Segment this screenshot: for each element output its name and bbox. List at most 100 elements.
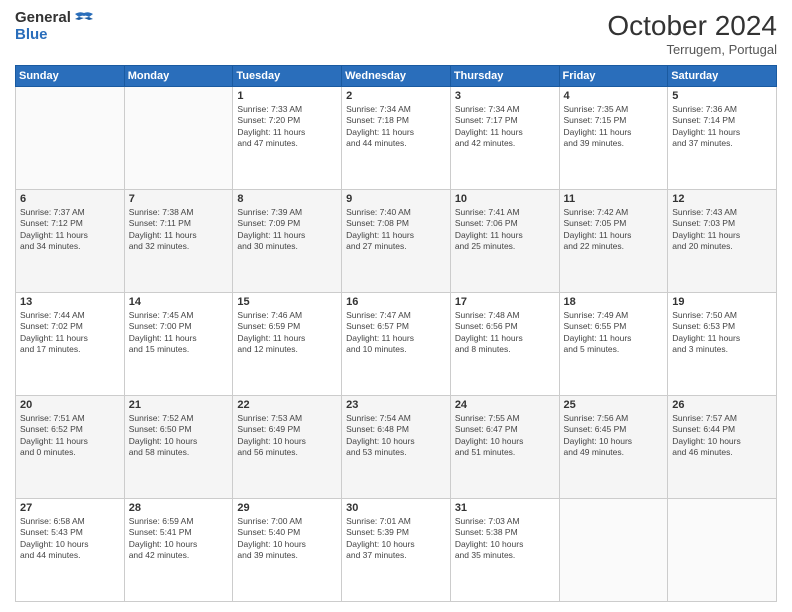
calendar-cell: 8Sunrise: 7:39 AMSunset: 7:09 PMDaylight… <box>233 190 342 293</box>
day-number: 22 <box>237 399 337 411</box>
calendar-cell: 18Sunrise: 7:49 AMSunset: 6:55 PMDayligh… <box>559 293 668 396</box>
calendar-cell: 9 Sunrise: 7:40 AMSunset: 7:08 PMDaylight… <box>342 190 451 293</box>
header: General Blue October 2024 Terrugem, Port… <box>15 10 777 57</box>
calendar-cell: 17Sunrise: 7:48 AMSunset: 6:56 PMDayligh… <box>450 293 559 396</box>
day-number: 14 <box>129 296 229 308</box>
col-header-tuesday: Tuesday <box>233 66 342 87</box>
day-number: 26 <box>672 399 772 411</box>
calendar-cell: 30 Sunrise: 7:01 AMSunset: 5:39 PMDayligh… <box>342 499 451 602</box>
day-number: 16 <box>346 296 446 308</box>
calendar-cell <box>668 499 777 602</box>
col-header-monday: Monday <box>124 66 233 87</box>
cell-info: Sunrise: 7:47 AMSunset: 6:57 PMDaylight:… <box>346 310 446 356</box>
calendar-cell: 23 Sunrise: 7:54 AMSunset: 6:48 PMDayligh… <box>342 396 451 499</box>
cell-info: Sunrise: 7:38 AMSunset: 7:11 PMDaylight:… <box>129 207 229 253</box>
calendar-cell: 21 Sunrise: 7:52 AMSunset: 6:50 PMDayligh… <box>124 396 233 499</box>
week-row-5: 27 Sunrise: 6:58 AMSunset: 5:43 PMDayligh… <box>16 499 777 602</box>
logo: General Blue <box>15 10 93 43</box>
day-number: 4 <box>564 90 664 102</box>
calendar-cell: 12 Sunrise: 7:43 AMSunset: 7:03 PMDayligh… <box>668 190 777 293</box>
calendar-cell: 4 Sunrise: 7:35 AMSunset: 7:15 PMDaylight… <box>559 87 668 190</box>
week-row-2: 6 Sunrise: 7:37 AMSunset: 7:12 PMDaylight… <box>16 190 777 293</box>
calendar-cell: 11 Sunrise: 7:42 AMSunset: 7:05 PMDayligh… <box>559 190 668 293</box>
col-header-sunday: Sunday <box>16 66 125 87</box>
cell-info: Sunrise: 7:01 AMSunset: 5:39 PMDaylight:… <box>346 516 446 562</box>
cell-info: Sunrise: 7:43 AMSunset: 7:03 PMDaylight:… <box>672 207 772 253</box>
header-row: SundayMondayTuesdayWednesdayThursdayFrid… <box>16 66 777 87</box>
calendar-cell: 16 Sunrise: 7:47 AMSunset: 6:57 PMDayligh… <box>342 293 451 396</box>
day-number: 10 <box>455 193 555 205</box>
calendar-cell: 20Sunrise: 7:51 AMSunset: 6:52 PMDayligh… <box>16 396 125 499</box>
cell-info: Sunrise: 7:46 AMSunset: 6:59 PMDaylight:… <box>237 310 337 356</box>
cell-info: Sunrise: 7:52 AMSunset: 6:50 PMDaylight:… <box>129 413 229 459</box>
calendar-cell: 26Sunrise: 7:57 AMSunset: 6:44 PMDayligh… <box>668 396 777 499</box>
day-number: 23 <box>346 399 446 411</box>
day-number: 21 <box>129 399 229 411</box>
cell-info: Sunrise: 7:44 AMSunset: 7:02 PMDaylight:… <box>20 310 120 356</box>
cell-info: Sunrise: 7:40 AMSunset: 7:08 PMDaylight:… <box>346 207 446 253</box>
page: General Blue October 2024 Terrugem, Port… <box>0 0 792 612</box>
cell-info: Sunrise: 7:35 AMSunset: 7:15 PMDaylight:… <box>564 104 664 150</box>
day-number: 27 <box>20 502 120 514</box>
day-number: 13 <box>20 296 120 308</box>
day-number: 30 <box>346 502 446 514</box>
day-number: 24 <box>455 399 555 411</box>
calendar-cell: 14Sunrise: 7:45 AMSunset: 7:00 PMDayligh… <box>124 293 233 396</box>
cell-info: Sunrise: 6:58 AMSunset: 5:43 PMDaylight:… <box>20 516 120 562</box>
day-number: 3 <box>455 90 555 102</box>
cell-info: Sunrise: 7:54 AMSunset: 6:48 PMDaylight:… <box>346 413 446 459</box>
day-number: 8 <box>237 193 337 205</box>
day-number: 1 <box>237 90 337 102</box>
day-number: 19 <box>672 296 772 308</box>
day-number: 7 <box>129 193 229 205</box>
calendar-cell: 6 Sunrise: 7:37 AMSunset: 7:12 PMDaylight… <box>16 190 125 293</box>
cell-info: Sunrise: 7:34 AMSunset: 7:18 PMDaylight:… <box>346 104 446 150</box>
cell-info: Sunrise: 6:59 AMSunset: 5:41 PMDaylight:… <box>129 516 229 562</box>
calendar-cell: 28 Sunrise: 6:59 AMSunset: 5:41 PMDayligh… <box>124 499 233 602</box>
col-header-thursday: Thursday <box>450 66 559 87</box>
calendar-cell: 3 Sunrise: 7:34 AMSunset: 7:17 PMDaylight… <box>450 87 559 190</box>
day-number: 28 <box>129 502 229 514</box>
day-number: 2 <box>346 90 446 102</box>
calendar-cell: 22Sunrise: 7:53 AMSunset: 6:49 PMDayligh… <box>233 396 342 499</box>
week-row-3: 13 Sunrise: 7:44 AMSunset: 7:02 PMDayligh… <box>16 293 777 396</box>
calendar-cell: 19 Sunrise: 7:50 AMSunset: 6:53 PMDayligh… <box>668 293 777 396</box>
calendar-cell: 5 Sunrise: 7:36 AMSunset: 7:14 PMDaylight… <box>668 87 777 190</box>
day-number: 17 <box>455 296 555 308</box>
day-number: 11 <box>564 193 664 205</box>
day-number: 29 <box>237 502 337 514</box>
calendar-cell: 1 Sunrise: 7:33 AMSunset: 7:20 PMDaylight… <box>233 87 342 190</box>
cell-info: Sunrise: 7:36 AMSunset: 7:14 PMDaylight:… <box>672 104 772 150</box>
week-row-4: 20Sunrise: 7:51 AMSunset: 6:52 PMDayligh… <box>16 396 777 499</box>
calendar-cell: 27 Sunrise: 6:58 AMSunset: 5:43 PMDayligh… <box>16 499 125 602</box>
calendar-cell: 13 Sunrise: 7:44 AMSunset: 7:02 PMDayligh… <box>16 293 125 396</box>
calendar-cell: 15Sunrise: 7:46 AMSunset: 6:59 PMDayligh… <box>233 293 342 396</box>
col-header-saturday: Saturday <box>668 66 777 87</box>
cell-info: Sunrise: 7:34 AMSunset: 7:17 PMDaylight:… <box>455 104 555 150</box>
day-number: 25 <box>564 399 664 411</box>
cell-info: Sunrise: 7:41 AMSunset: 7:06 PMDaylight:… <box>455 207 555 253</box>
day-number: 9 <box>346 193 446 205</box>
month-year: October 2024 <box>607 10 777 42</box>
cell-info: Sunrise: 7:50 AMSunset: 6:53 PMDaylight:… <box>672 310 772 356</box>
calendar-cell: 10 Sunrise: 7:41 AMSunset: 7:06 PMDayligh… <box>450 190 559 293</box>
week-row-1: 1 Sunrise: 7:33 AMSunset: 7:20 PMDaylight… <box>16 87 777 190</box>
cell-info: Sunrise: 7:42 AMSunset: 7:05 PMDaylight:… <box>564 207 664 253</box>
calendar-cell: 29 Sunrise: 7:00 AMSunset: 5:40 PMDayligh… <box>233 499 342 602</box>
calendar-table: SundayMondayTuesdayWednesdayThursdayFrid… <box>15 65 777 602</box>
cell-info: Sunrise: 7:55 AMSunset: 6:47 PMDaylight:… <box>455 413 555 459</box>
logo-text: General Blue <box>15 10 93 43</box>
day-number: 5 <box>672 90 772 102</box>
day-number: 6 <box>20 193 120 205</box>
cell-info: Sunrise: 7:51 AMSunset: 6:52 PMDaylight:… <box>20 413 120 459</box>
calendar-cell <box>559 499 668 602</box>
calendar-cell <box>16 87 125 190</box>
cell-info: Sunrise: 7:33 AMSunset: 7:20 PMDaylight:… <box>237 104 337 150</box>
cell-info: Sunrise: 7:37 AMSunset: 7:12 PMDaylight:… <box>20 207 120 253</box>
logo-bird-icon <box>75 11 93 25</box>
cell-info: Sunrise: 7:00 AMSunset: 5:40 PMDaylight:… <box>237 516 337 562</box>
cell-info: Sunrise: 7:56 AMSunset: 6:45 PMDaylight:… <box>564 413 664 459</box>
calendar-cell <box>124 87 233 190</box>
day-number: 18 <box>564 296 664 308</box>
day-number: 12 <box>672 193 772 205</box>
